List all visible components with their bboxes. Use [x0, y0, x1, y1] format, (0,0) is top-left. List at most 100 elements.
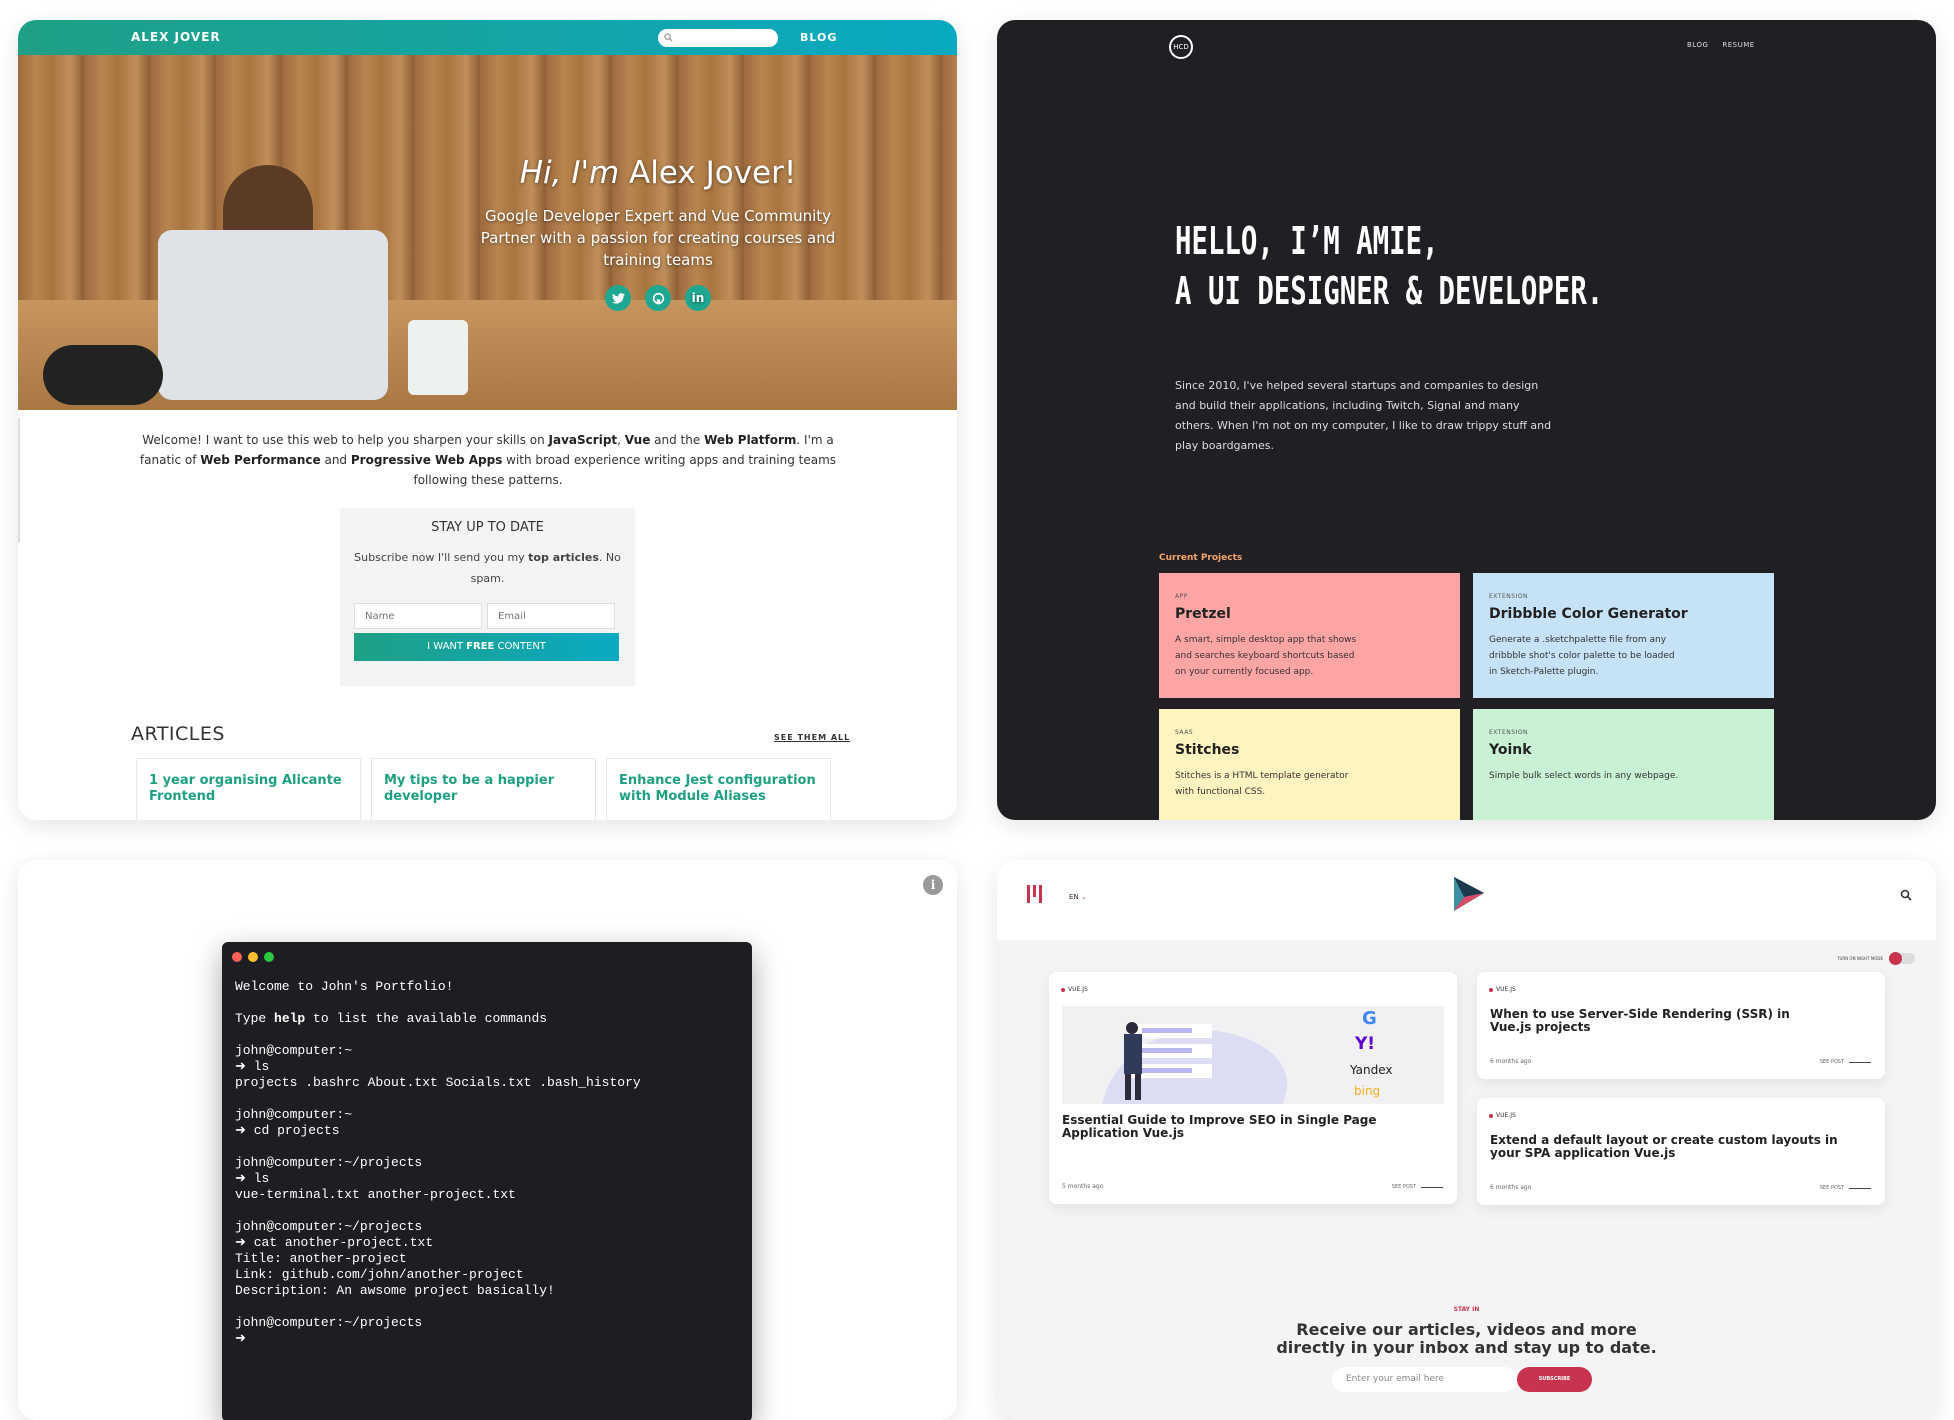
- terminal-line: Title: another-project: [235, 1251, 407, 1266]
- post-date: 6 months ago: [1490, 1058, 1532, 1065]
- info-icon[interactable]: i: [923, 875, 943, 895]
- welcome-paragraph: Welcome! I want to use this web to help …: [128, 430, 848, 490]
- post-title[interactable]: Essential Guide to Improve SEO in Single…: [1062, 1114, 1392, 1140]
- post-card-layouts[interactable]: VUE.JS Extend a default layout or create…: [1477, 1098, 1885, 1205]
- alex-jover-site-screenshot: ALEX JOVER BLOG Hi, I'm Alex Jover! Goog…: [18, 20, 957, 820]
- article-card[interactable]: 1 year organising Alicante Frontend: [136, 758, 361, 820]
- close-dot-icon[interactable]: [232, 952, 242, 962]
- nav-blog-link[interactable]: BLOG: [800, 31, 837, 44]
- logo-bar: [1039, 885, 1042, 903]
- terminal-line: ➜ cat another-project.txt: [235, 1235, 434, 1250]
- linkedin-icon[interactable]: in: [685, 285, 711, 311]
- minimize-dot-icon[interactable]: [248, 952, 258, 962]
- hero-greeting-hi: Hi, I'm: [519, 155, 620, 191]
- laptop-photo: [158, 230, 388, 400]
- headphones-photo: [43, 345, 163, 405]
- subscribe-text-part: Subscribe now I'll send you my: [354, 551, 529, 564]
- project-card-dribbble[interactable]: EXTENSION Dribbble Color Generator Gener…: [1473, 573, 1774, 698]
- terminal-line: ➜: [235, 1331, 246, 1346]
- post-tag: VUE.JS: [1489, 1112, 1516, 1119]
- language-value: EN: [1069, 893, 1079, 901]
- project-card-yoink[interactable]: EXTENSION Yoink Simple bulk select words…: [1473, 709, 1774, 820]
- play-logo-icon[interactable]: [1452, 875, 1486, 913]
- nav-resume-link[interactable]: RESUME: [1722, 41, 1754, 49]
- welcome-bold: Vue: [624, 433, 651, 447]
- welcome-text: Welcome! I want to use this web to help …: [142, 433, 549, 447]
- language-select[interactable]: EN ⌄: [1069, 893, 1087, 901]
- newsletter-subscribe-button[interactable]: SUBSCRIBE: [1517, 1367, 1592, 1392]
- hero-title: HELLO, I’M AMIE, A UI DESIGNER & DEVELOP…: [1175, 216, 1603, 316]
- terminal-line: john@computer:~/projects: [235, 1219, 423, 1234]
- google-logo: G: [1362, 1008, 1377, 1029]
- post-tag: VUE.JS: [1489, 986, 1516, 993]
- hero-title-line: HELLO, I’M AMIE,: [1175, 219, 1439, 263]
- subscribe-inputs: [354, 603, 621, 629]
- project-description: Simple bulk select words in any webpage.: [1489, 771, 1679, 781]
- project-description: A smart, simple desktop app that shows a…: [1175, 635, 1357, 677]
- see-all-link[interactable]: SEE THEM ALL: [774, 733, 850, 742]
- welcome-bold: Progressive Web Apps: [350, 453, 503, 467]
- post-card-seo[interactable]: VUE.JS G Y! Yandex bing Essential Guide …: [1049, 972, 1457, 1204]
- social-links: in: [458, 285, 858, 311]
- top-nav: BLOG RESUME: [1687, 41, 1755, 49]
- welcome-bold: JavaScript: [548, 433, 618, 447]
- blog-header: EN ⌄: [997, 860, 1936, 940]
- site-brand-link[interactable]: ALEX JOVER: [131, 30, 221, 44]
- search-icon: [664, 33, 673, 42]
- yandex-logo: Yandex: [1350, 1063, 1393, 1077]
- terminal-window[interactable]: Welcome to John's Portfolio! Type help t…: [222, 942, 752, 1420]
- search-input[interactable]: [658, 29, 778, 47]
- project-card-stitches[interactable]: SAAS Stitches Stitches is a HTML templat…: [1159, 709, 1460, 820]
- logo-icon[interactable]: HCD: [1169, 35, 1193, 59]
- logo-bar: [1033, 885, 1036, 897]
- top-navbar: ALEX JOVER BLOG: [18, 20, 957, 55]
- stay-in-kicker: STAY IN: [1453, 1306, 1480, 1313]
- see-post-link[interactable]: SEE POST: [1392, 1184, 1443, 1190]
- nav-blog-link[interactable]: BLOG: [1687, 41, 1708, 49]
- name-field[interactable]: [354, 603, 482, 629]
- post-title[interactable]: When to use Server-Side Rendering (SSR) …: [1490, 1008, 1820, 1034]
- logo-bar: [1027, 885, 1030, 903]
- see-post-link[interactable]: SEE POST: [1820, 1059, 1871, 1065]
- see-post-link[interactable]: SEE POST: [1820, 1185, 1871, 1191]
- night-mode-toggle[interactable]: TURN ON NIGHT MODE: [1837, 952, 1916, 965]
- window-controls: [232, 952, 274, 962]
- menu-logo-icon[interactable]: [1027, 885, 1042, 903]
- toggle-switch[interactable]: [1889, 952, 1916, 965]
- post-date: 5 months ago: [1062, 1183, 1104, 1190]
- welcome-bold: Web Platform: [704, 433, 797, 447]
- cta-bold: FREE: [466, 641, 495, 652]
- maximize-dot-icon[interactable]: [264, 952, 274, 962]
- newsletter-email-input[interactable]: Enter your email here: [1332, 1367, 1517, 1392]
- project-description: Generate a .sketchpalette file from any …: [1489, 635, 1675, 677]
- terminal-line: Welcome to John's Portfolio!: [235, 979, 454, 994]
- terminal-line: john@computer:~: [235, 1043, 353, 1058]
- email-field[interactable]: [487, 603, 615, 629]
- article-card[interactable]: Enhance Jest configuration with Module A…: [606, 758, 831, 820]
- terminal-line: john@computer:~: [235, 1107, 353, 1122]
- github-icon[interactable]: [645, 285, 671, 311]
- twitter-icon[interactable]: [605, 285, 631, 311]
- post-card-ssr[interactable]: VUE.JS When to use Server-Side Rendering…: [1477, 972, 1885, 1079]
- terminal-line: Description: An awsome project basically…: [235, 1283, 555, 1298]
- yahoo-logo: Y!: [1355, 1034, 1376, 1054]
- chevron-down-icon: ⌄: [1080, 893, 1087, 901]
- hero-subtitle: Google Developer Expert and Vue Communit…: [480, 207, 836, 269]
- terminal-line: ➜ ls: [235, 1059, 270, 1074]
- cta-text: I WANT: [427, 641, 467, 652]
- project-card-pretzel[interactable]: APP Pretzel A smart, simple desktop app …: [1159, 573, 1460, 698]
- welcome-bold: Web Performance: [200, 453, 321, 467]
- newsletter-title: Receive our articles, videos and more di…: [1276, 1320, 1657, 1357]
- project-kind: APP: [1175, 593, 1188, 600]
- subscribe-button[interactable]: I WANT FREE CONTENT: [354, 633, 619, 661]
- search-icon[interactable]: [1900, 889, 1912, 901]
- project-name: Stitches: [1175, 742, 1240, 758]
- terminal-line: Type help to list the available commands: [235, 1011, 548, 1026]
- article-card[interactable]: My tips to be a happier developer: [371, 758, 596, 820]
- post-title[interactable]: Extend a default layout or create custom…: [1490, 1134, 1870, 1160]
